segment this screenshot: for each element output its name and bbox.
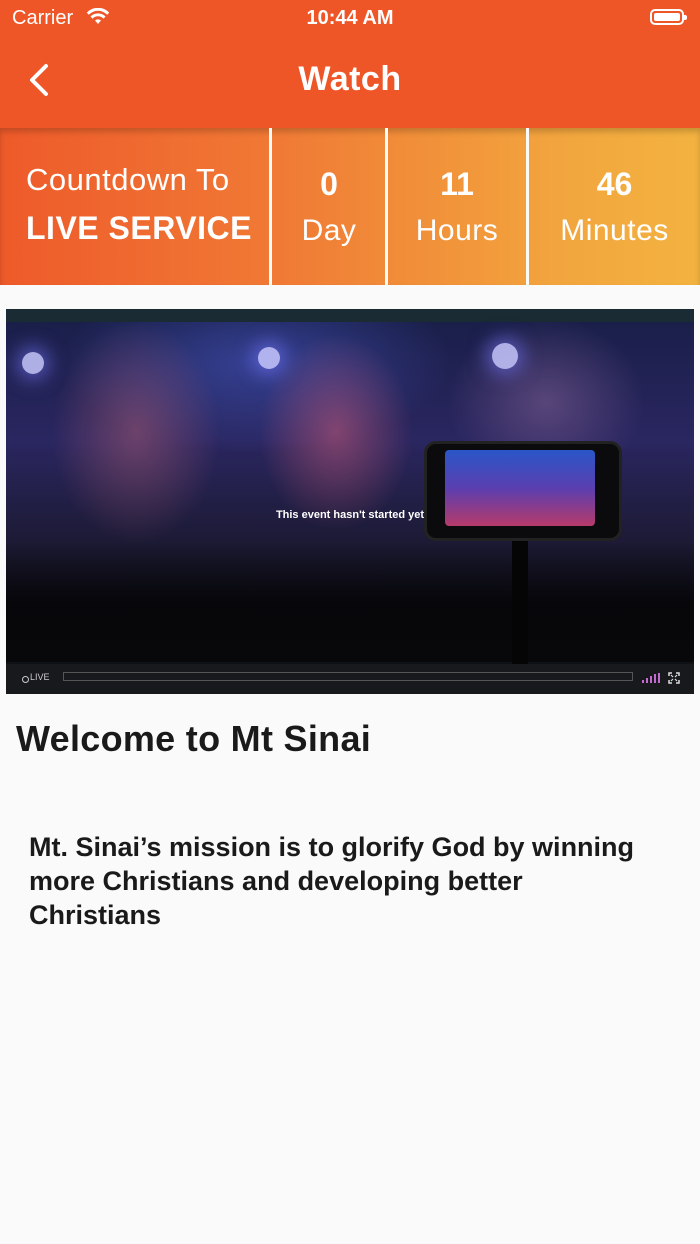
countdown-days: 0 Day <box>272 128 386 285</box>
minutes-value: 46 <box>596 166 633 202</box>
phone-image <box>424 441 622 541</box>
status-time: 10:44 AM <box>306 7 394 29</box>
video-player[interactable]: This event hasn't started yet LIVE <box>6 309 694 694</box>
live-label: LIVE <box>30 672 50 682</box>
app-header: Carrier 10:44 AM Watch <box>0 0 700 128</box>
countdown-minutes: 46 Minutes <box>529 128 700 285</box>
status-bar: Carrier 10:44 AM <box>0 0 700 36</box>
days-unit: Day <box>301 214 357 247</box>
countdown-banner: Countdown To LIVE SERVICE 0 Day 11 Hours… <box>0 128 700 285</box>
video-controls: LIVE <box>6 664 694 694</box>
countdown-line2: LIVE SERVICE <box>26 210 252 246</box>
video-progress-bar[interactable] <box>63 672 633 681</box>
event-status-message: This event hasn't started yet <box>275 509 425 521</box>
countdown-hours: 11 Hours <box>388 128 526 285</box>
live-indicator-icon <box>22 676 29 683</box>
hours-unit: Hours <box>415 214 499 247</box>
video-poster-image: This event hasn't started yet <box>6 322 694 675</box>
crowd-silhouette <box>6 542 694 662</box>
welcome-heading: Welcome to Mt Sinai <box>16 718 372 759</box>
stage-light <box>492 343 518 369</box>
phone-stand <box>512 535 528 675</box>
countdown-label: Countdown To LIVE SERVICE <box>0 128 270 285</box>
hours-value: 11 <box>440 166 474 202</box>
signal-strength-icon <box>642 673 660 683</box>
stage-light <box>258 347 280 369</box>
video-top-strip <box>6 309 694 322</box>
fullscreen-icon[interactable] <box>668 672 680 684</box>
stage-light <box>22 352 44 374</box>
page-title: Watch <box>298 60 402 98</box>
mission-statement: Mt. Sinai’s mission is to glorify God by… <box>29 832 635 930</box>
days-value: 0 <box>320 166 338 202</box>
battery-icon <box>650 9 687 25</box>
countdown-line1: Countdown To <box>26 162 230 197</box>
minutes-unit: Minutes <box>560 214 669 247</box>
